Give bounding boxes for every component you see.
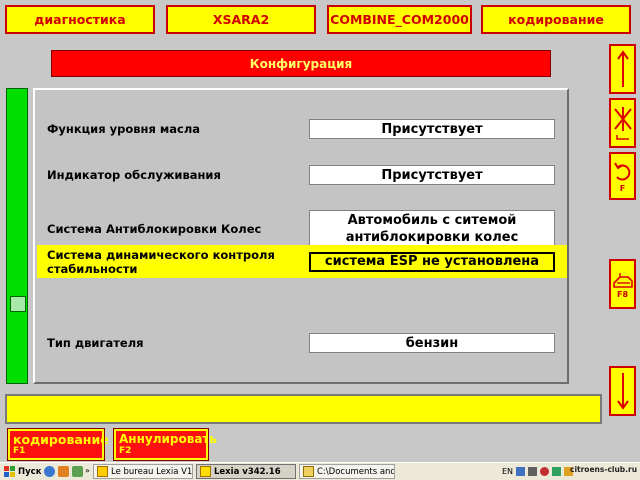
app-icon (97, 466, 108, 477)
config-row-esp[interactable]: Система динамического контроля стабильно… (37, 245, 567, 278)
vertical-scrollbar[interactable] (6, 88, 28, 384)
config-row-value[interactable]: бензин (309, 333, 555, 353)
tab-vehicle-model[interactable]: XSARA2 (166, 5, 316, 34)
coding-button-key: F1 (13, 446, 26, 456)
message-bar (5, 394, 602, 424)
quicklaunch-desktop-icon[interactable] (72, 466, 83, 477)
config-row-value[interactable]: Присутствует (309, 119, 555, 139)
print-button-key: F8 (616, 290, 629, 299)
scrollbar-thumb[interactable] (10, 296, 26, 312)
app-icon (200, 466, 211, 477)
print-hand-icon (612, 273, 633, 288)
scroll-up-button[interactable] (609, 44, 636, 94)
undo-arrow-icon (613, 162, 630, 181)
arrow-down-icon (616, 373, 629, 410)
watermark: citroens-club.ru (570, 465, 638, 474)
arrow-up-icon (616, 50, 629, 87)
tab-ecu-label: COMBINE_COM2000 (330, 12, 469, 27)
taskbar-item-label: C:\Documents and Settin... (317, 466, 395, 477)
tab-diagnostics[interactable]: диагностика (5, 5, 155, 34)
quicklaunch-ie-icon[interactable] (44, 466, 55, 477)
tray-app-icon[interactable] (552, 467, 562, 476)
taskbar-item-label: Le bureau Lexia V1.0.11 (111, 466, 193, 477)
taskbar-item-explorer[interactable]: C:\Documents and Settin... (299, 464, 395, 479)
tab-coding[interactable]: кодирование (481, 5, 631, 34)
config-row-label: Система Антиблокировки Колес (47, 222, 262, 236)
folder-icon (303, 466, 314, 477)
tab-ecu[interactable]: COMBINE_COM2000 (327, 5, 472, 34)
validate-cross-icon (613, 107, 632, 140)
cancel-button-key: F2 (119, 446, 132, 456)
tray-volume-icon[interactable] (528, 467, 538, 476)
validate-button[interactable] (609, 98, 636, 148)
config-row-label: Индикатор обслуживания (47, 168, 221, 182)
start-label: Пуск (18, 466, 41, 477)
config-row-label: Тип двигателя (47, 336, 144, 350)
taskbar-item-bureau[interactable]: Le bureau Lexia V1.0.11 (93, 464, 193, 479)
taskbar-item-lexia[interactable]: Lexia v342.16 (196, 464, 296, 479)
taskbar-item-label: Lexia v342.16 (214, 466, 281, 477)
tab-vehicle-model-label: XSARA2 (212, 12, 270, 27)
coding-button-label: кодирование (13, 432, 109, 447)
config-row-label: Система динамического контроля стабильно… (47, 247, 275, 276)
start-button[interactable]: Пуск (1, 464, 41, 479)
tab-coding-label: кодирование (508, 12, 604, 27)
config-row-engine-type[interactable]: Тип двигателя бензин (37, 326, 567, 360)
tray-network-icon[interactable] (516, 467, 526, 476)
quicklaunch-media-icon[interactable] (58, 466, 69, 477)
back-button[interactable]: F (609, 152, 636, 200)
scroll-down-button[interactable] (609, 366, 636, 416)
cancel-button[interactable]: Аннулировать F2 (113, 428, 217, 461)
cancel-button-label: Аннулировать (119, 432, 217, 446)
coding-button[interactable]: кодирование F1 (7, 428, 109, 461)
config-row-value[interactable]: Присутствует (309, 165, 555, 185)
tab-diagnostics-label: диагностика (34, 12, 126, 27)
system-tray: EN (502, 464, 574, 479)
config-row-value[interactable]: система ESP не установлена (309, 251, 555, 272)
config-row-abs[interactable]: Система Антиблокировки Колес Автомобиль … (37, 208, 567, 250)
print-button[interactable]: F8 (609, 259, 636, 309)
configuration-panel: Функция уровня масла Присутствует Индика… (33, 88, 569, 384)
config-row-label: Функция уровня масла (47, 122, 201, 136)
tray-security-icon[interactable] (540, 467, 550, 476)
config-row-value[interactable]: Автомобиль с ситемой антиблокировки коле… (309, 210, 555, 248)
language-indicator[interactable]: EN (502, 467, 513, 476)
quicklaunch-overflow-icon[interactable]: » (85, 466, 90, 475)
windows-logo-icon (4, 466, 15, 477)
windows-taskbar: Пуск » Le bureau Lexia V1.0.11 Lexia v34… (0, 462, 640, 480)
back-button-key: F (619, 184, 626, 193)
config-row-service-indicator[interactable]: Индикатор обслуживания Присутствует (37, 158, 567, 192)
config-row-oil-level[interactable]: Функция уровня масла Присутствует (37, 112, 567, 146)
page-title: Конфигурация (51, 50, 551, 77)
